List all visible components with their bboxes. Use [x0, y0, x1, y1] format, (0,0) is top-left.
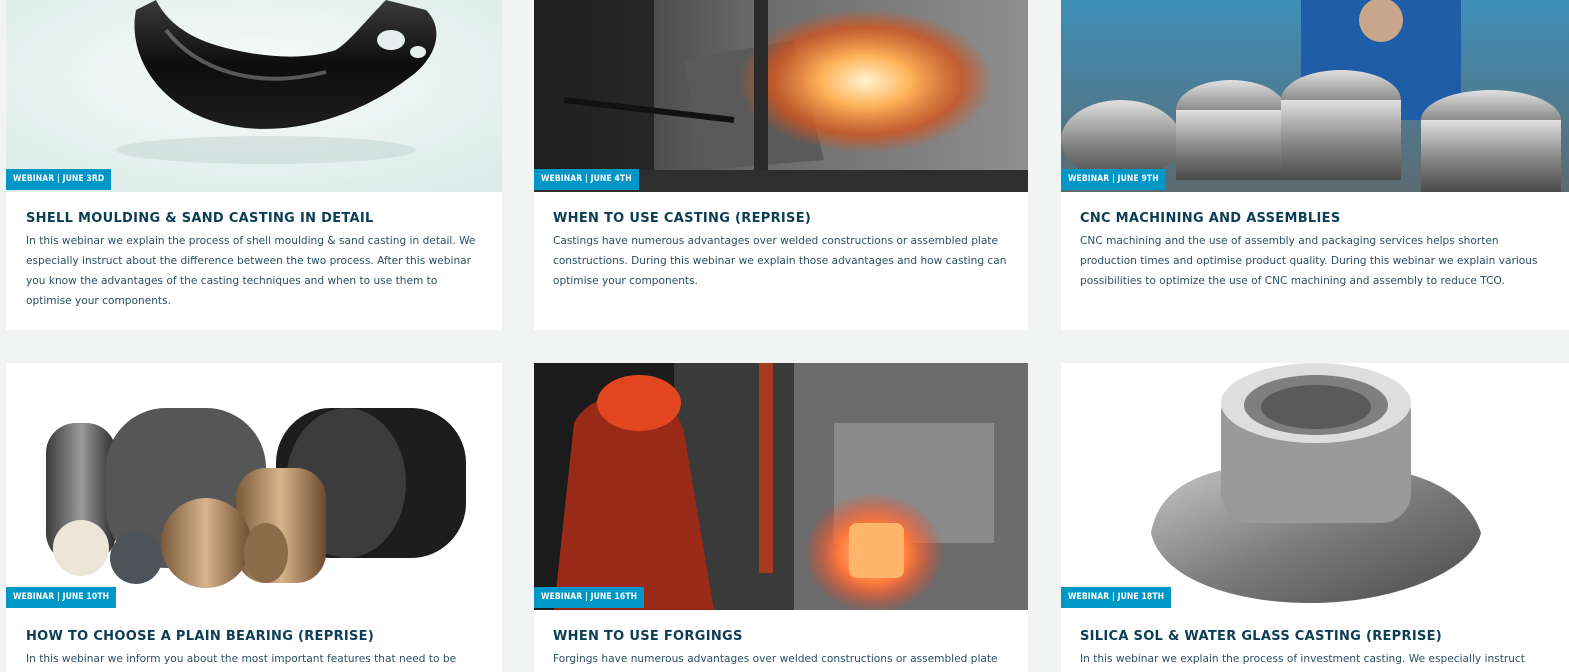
webinar-title[interactable]: WHEN TO USE FORGINGS — [553, 629, 1012, 644]
webinar-description: CNC machining and the use of assembly an… — [1080, 235, 1538, 287]
webinar-image[interactable] — [1061, 0, 1569, 192]
webinar-date-badge: WEBINAR | JUNE 10TH — [6, 587, 117, 608]
webinar-description: In this webinar we explain the process o… — [26, 235, 476, 307]
webinar-card[interactable]: WEBINAR | JUNE 18TH SILICA SOL & WATER G… — [1061, 363, 1569, 672]
webinar-title[interactable]: SILICA SOL & WATER GLASS CASTING (REPRIS… — [1080, 629, 1553, 644]
webinar-date-badge: WEBINAR | JUNE 18TH — [1061, 587, 1172, 608]
webinar-date-badge: WEBINAR | JUNE 4TH — [534, 169, 639, 190]
webinar-image[interactable] — [1061, 363, 1569, 610]
webinar-title[interactable]: HOW TO CHOOSE A PLAIN BEARING (REPRISE) — [26, 629, 486, 644]
webinar-title[interactable]: CNC MACHINING AND ASSEMBLIES — [1080, 211, 1553, 226]
webinar-date-badge: WEBINAR | JUNE 3RD — [6, 169, 112, 190]
webinar-card[interactable]: WEBINAR | JUNE 10TH HOW TO CHOOSE A PLAI… — [6, 363, 502, 672]
webinar-description: In this webinar we inform you about the … — [26, 653, 457, 665]
webinar-title[interactable]: WHEN TO USE CASTING (REPRISE) — [553, 211, 1012, 226]
webinar-description: Forgings have numerous advantages over w… — [553, 653, 998, 665]
webinar-description: In this webinar we explain the process o… — [1080, 653, 1525, 665]
webinar-image[interactable] — [534, 0, 1028, 192]
webinar-image[interactable] — [6, 363, 502, 610]
webinar-card[interactable]: WEBINAR | JUNE 3RD SHELL MOULDING & SAND… — [6, 0, 502, 330]
webinar-grid: WEBINAR | JUNE 3RD SHELL MOULDING & SAND… — [0, 0, 1569, 672]
webinar-card[interactable]: WEBINAR | JUNE 9TH CNC MACHINING AND ASS… — [1061, 0, 1569, 330]
webinar-title[interactable]: SHELL MOULDING & SAND CASTING IN DETAIL — [26, 211, 486, 226]
webinar-date-badge: WEBINAR | JUNE 9TH — [1061, 169, 1166, 190]
webinar-description: Castings have numerous advantages over w… — [553, 235, 1007, 287]
webinar-image[interactable] — [6, 0, 502, 192]
webinar-image[interactable] — [534, 363, 1028, 610]
webinar-card[interactable]: WEBINAR | JUNE 16TH WHEN TO USE FORGINGS… — [534, 363, 1028, 672]
webinar-card[interactable]: WEBINAR | JUNE 4TH WHEN TO USE CASTING (… — [534, 0, 1028, 330]
webinar-date-badge: WEBINAR | JUNE 16TH — [534, 587, 645, 608]
